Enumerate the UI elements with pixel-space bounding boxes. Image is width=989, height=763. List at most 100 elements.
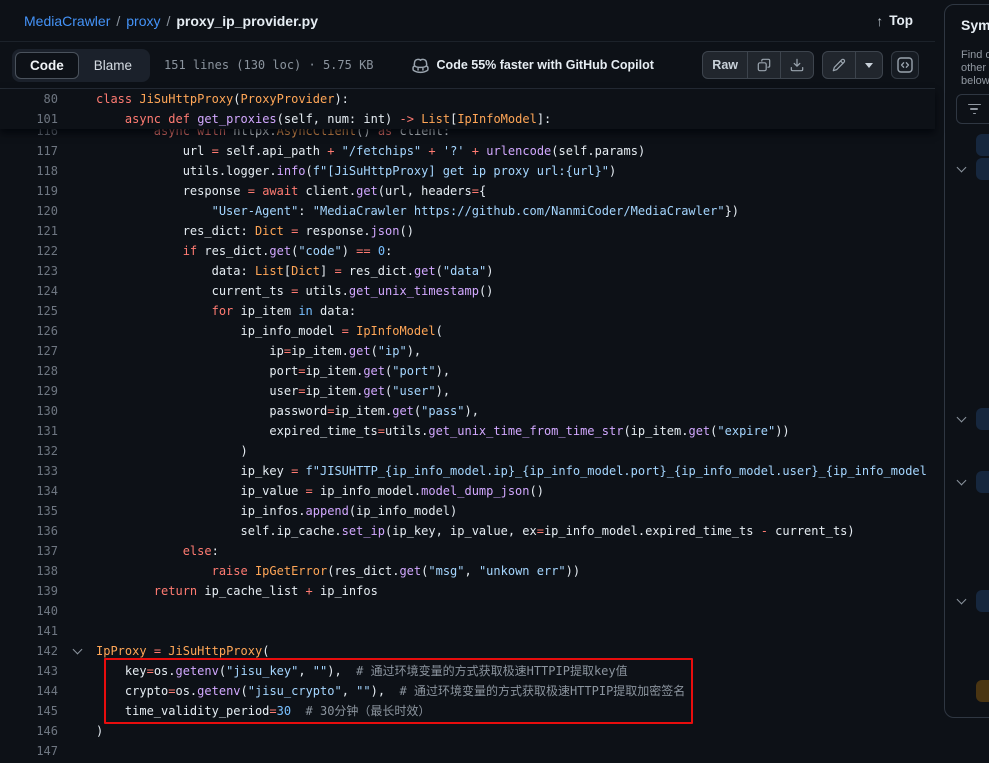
symbol-item[interactable] — [945, 158, 989, 180]
gutter — [58, 301, 96, 321]
gutter — [58, 481, 96, 501]
symbol-pill[interactable] — [976, 408, 989, 430]
file-toolbar: Code Blame 151 lines (130 loc) · 5.75 KB… — [0, 42, 935, 89]
symbols-panel-toggle-button[interactable] — [891, 51, 919, 79]
line-number[interactable]: 133 — [0, 461, 58, 481]
gutter — [58, 181, 96, 201]
code-text: port=ip_item.get("port"), — [96, 361, 450, 381]
line-number[interactable]: 137 — [0, 541, 58, 561]
line-number[interactable]: 146 — [0, 721, 58, 741]
edit-button[interactable] — [823, 52, 855, 78]
line-number[interactable]: 131 — [0, 421, 58, 441]
line-number[interactable]: 80 — [0, 89, 58, 109]
symbol-pill[interactable] — [976, 158, 989, 180]
line-number[interactable]: 147 — [0, 741, 58, 761]
back-to-top-button[interactable]: ↑ Top — [876, 13, 913, 29]
raw-button[interactable]: Raw — [703, 52, 747, 78]
line-number[interactable]: 128 — [0, 361, 58, 381]
pencil-icon — [832, 58, 846, 72]
code-line: 132 ) — [0, 441, 935, 461]
gutter — [58, 581, 96, 601]
line-number[interactable]: 132 — [0, 441, 58, 461]
code-line: 121 res_dict: Dict = response.json() — [0, 221, 935, 241]
line-number[interactable]: 122 — [0, 241, 58, 261]
symbol-item[interactable] — [945, 680, 989, 702]
symbol-item[interactable] — [945, 134, 989, 156]
code-text: raise IpGetError(res_dict.get("msg", "un… — [96, 561, 580, 581]
code-view: 80class JiSuHttpProxy(ProxyProvider):101… — [0, 89, 935, 761]
line-number[interactable]: 124 — [0, 281, 58, 301]
copy-button[interactable] — [747, 52, 780, 78]
line-number[interactable]: 101 — [0, 109, 58, 129]
symbol-item[interactable] — [945, 590, 989, 612]
symbol-pill[interactable] — [976, 590, 989, 612]
line-number[interactable]: 116 — [0, 129, 58, 141]
gutter — [58, 341, 96, 361]
copilot-banner[interactable]: Code 55% faster with GitHub Copilot — [412, 57, 654, 74]
gutter — [58, 601, 96, 621]
code-line: 146) — [0, 721, 935, 741]
line-number[interactable]: 123 — [0, 261, 58, 281]
line-number[interactable]: 119 — [0, 181, 58, 201]
download-button[interactable] — [780, 52, 813, 78]
gutter — [58, 681, 96, 701]
line-number[interactable]: 135 — [0, 501, 58, 521]
symbol-pill[interactable] — [976, 471, 989, 493]
gutter — [58, 241, 96, 261]
line-number[interactable]: 136 — [0, 521, 58, 541]
line-number[interactable]: 130 — [0, 401, 58, 421]
line-number[interactable]: 129 — [0, 381, 58, 401]
line-number[interactable]: 134 — [0, 481, 58, 501]
line-number[interactable]: 121 — [0, 221, 58, 241]
arrow-up-icon: ↑ — [876, 13, 883, 29]
breadcrumb-repo-link[interactable]: MediaCrawler — [24, 13, 110, 29]
chevron-down-icon[interactable] — [957, 162, 967, 172]
code-line: 80class JiSuHttpProxy(ProxyProvider): — [0, 89, 935, 109]
line-number[interactable]: 125 — [0, 301, 58, 321]
symbol-pill[interactable] — [976, 134, 989, 156]
gutter — [58, 441, 96, 461]
code-text: password=ip_item.get("pass"), — [96, 401, 479, 421]
chevron-down-icon[interactable] — [957, 475, 967, 485]
file-meta: 151 lines (130 loc) · 5.75 KB — [164, 58, 374, 72]
edit-dropdown-button[interactable] — [855, 52, 882, 78]
breadcrumb-folder-link[interactable]: proxy — [126, 13, 160, 29]
line-number[interactable]: 143 — [0, 661, 58, 681]
tab-code[interactable]: Code — [15, 52, 79, 79]
line-number[interactable]: 138 — [0, 561, 58, 581]
gutter — [58, 641, 96, 661]
gutter — [58, 661, 96, 681]
code-line: 123 data: List[Dict] = res_dict.get("dat… — [0, 261, 935, 281]
code-text: "User-Agent": "MediaCrawler https://gith… — [96, 201, 739, 221]
symbols-panel-description: Find definitions and references for func… — [961, 49, 989, 88]
symbols-filter-input[interactable] — [956, 94, 989, 124]
line-number[interactable]: 144 — [0, 681, 58, 701]
line-number[interactable]: 142 — [0, 641, 58, 661]
breadcrumb-separator: / — [116, 13, 120, 29]
file-view: MediaCrawler / proxy / proxy_ip_provider… — [0, 0, 935, 763]
line-number[interactable]: 140 — [0, 601, 58, 621]
code-text: data: List[Dict] = res_dict.get("data") — [96, 261, 493, 281]
chevron-down-icon[interactable] — [957, 412, 967, 422]
gutter — [58, 701, 96, 721]
symbol-item[interactable] — [945, 408, 989, 430]
gutter — [58, 721, 96, 741]
tab-blame[interactable]: Blame — [79, 52, 147, 79]
line-number[interactable]: 141 — [0, 621, 58, 641]
code-text: user=ip_item.get("user"), — [96, 381, 450, 401]
line-number[interactable]: 117 — [0, 141, 58, 161]
line-number[interactable]: 118 — [0, 161, 58, 181]
code-text: ip_key = f"JISUHTTP_{ip_info_model.ip}_{… — [96, 461, 927, 481]
collapse-chevron-icon[interactable] — [72, 644, 82, 654]
symbol-item[interactable] — [945, 471, 989, 493]
symbol-pill[interactable] — [976, 680, 989, 702]
copilot-icon — [412, 57, 429, 74]
line-number[interactable]: 120 — [0, 201, 58, 221]
line-number[interactable]: 145 — [0, 701, 58, 721]
line-number[interactable]: 126 — [0, 321, 58, 341]
line-number[interactable]: 127 — [0, 341, 58, 361]
chevron-down-icon[interactable] — [957, 594, 967, 604]
line-number[interactable]: 139 — [0, 581, 58, 601]
code-text: time_validity_period=30 # 30分钟（最长时效） — [96, 701, 430, 721]
code-text: ) — [96, 721, 103, 741]
